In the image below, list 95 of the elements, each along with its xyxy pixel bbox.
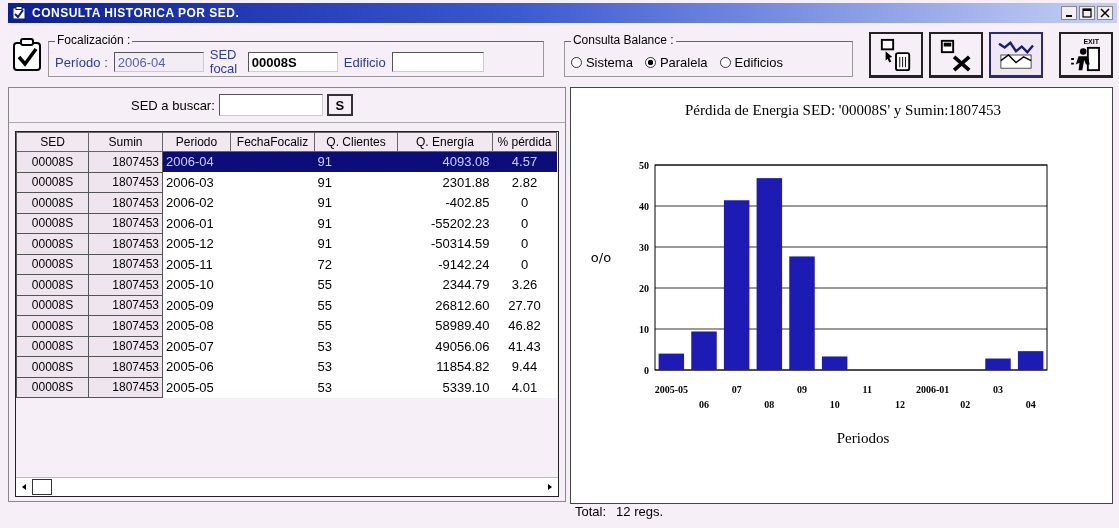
table-row[interactable]: 00008S 1807453 2006-01 91 -55202.23 0 <box>16 213 557 234</box>
bar <box>821 356 848 370</box>
radio-option[interactable]: Sistema <box>570 54 633 70</box>
table-cell: 00008S <box>16 172 89 193</box>
field-label: Período : <box>55 54 108 70</box>
toolbar-button[interactable] <box>989 32 1043 78</box>
spreadsheet-x-icon <box>939 37 973 72</box>
table-cell: 00008S <box>16 295 89 316</box>
x-tick-label: 03 <box>993 384 1003 395</box>
radio-button[interactable] <box>570 56 582 68</box>
search-label: SED a buscar: <box>131 97 215 113</box>
toolbar-button[interactable] <box>929 32 983 78</box>
column-header[interactable]: Q. Clientes <box>314 132 398 152</box>
x-tick-label: 09 <box>797 384 807 395</box>
y-tick-label: 30 <box>639 242 649 253</box>
table-cell: 00008S <box>16 254 89 275</box>
maximize-button[interactable] <box>1079 6 1095 20</box>
search-button[interactable]: S <box>326 94 353 116</box>
table-cell: 00008S <box>16 315 89 336</box>
x-tick-label: 08 <box>764 399 775 410</box>
bar <box>691 331 717 370</box>
table-row[interactable]: 00008S 1807453 2005-12 91 -50314.59 0 <box>16 233 557 254</box>
running-figure-door-icon <box>1069 45 1103 72</box>
y-tick-label: 40 <box>639 201 649 212</box>
toolbar-button[interactable] <box>869 32 923 78</box>
clipboard-check-icon <box>12 6 26 20</box>
table-row[interactable]: 00008S 1807453 2006-02 91 -402.85 0 <box>16 192 557 213</box>
table-row[interactable]: 00008S 1807453 2005-07 53 49056.06 41.43 <box>16 336 557 357</box>
search-field[interactable] <box>218 94 323 116</box>
edificio-field[interactable] <box>391 52 484 72</box>
scroll-left-arrow-icon[interactable] <box>20 483 28 491</box>
x-tick-label: 02 <box>960 399 971 410</box>
table-cell: 00008S <box>16 336 89 357</box>
column-header[interactable]: Sumin <box>88 132 163 152</box>
field-label: Edificio <box>343 54 386 70</box>
column-header[interactable]: Periodo <box>162 132 231 152</box>
field-label: SED focal <box>209 48 239 76</box>
radio-label: Edificios <box>734 54 783 70</box>
y-tick-label: 20 <box>639 283 649 294</box>
y-axis-label: o/o <box>590 250 612 265</box>
total-label: Total: <box>575 504 607 519</box>
group-legend: Focalización : <box>55 33 133 47</box>
y-tick-label: 0 <box>644 365 649 376</box>
x-tick-label: 11 <box>862 384 873 395</box>
scroll-right-arrow-icon[interactable] <box>546 483 554 491</box>
y-tick-label: 10 <box>639 324 649 335</box>
table-cell: 00008S <box>16 151 89 172</box>
table-cell: 00008S <box>16 192 89 213</box>
table-row[interactable]: 00008S 1807453 2005-11 72 -9142.24 0 <box>16 254 557 275</box>
y-tick-label: 50 <box>639 160 649 171</box>
x-tick-label: 07 <box>731 384 742 395</box>
sed-focal-field[interactable]: 00008S <box>247 52 338 72</box>
x-axis-label: Periodos <box>836 430 890 446</box>
table-row[interactable]: 00008S 1807453 2005-09 55 26812.60 27.70 <box>16 295 557 316</box>
minimize-icon <box>1066 15 1072 17</box>
horizontal-scrollbar[interactable] <box>16 477 558 496</box>
bar <box>1017 351 1044 370</box>
x-tick-label: 2006-01 <box>916 384 950 395</box>
radio-option[interactable]: Edificios <box>719 54 783 70</box>
column-header[interactable]: FechaFocaliz <box>230 132 315 152</box>
radio-option[interactable]: Paralela <box>644 54 708 70</box>
chart-title: Pérdida de Energia SED: '00008S' y Sumin:1807453 <box>685 102 1001 118</box>
table-cell: 00008S <box>16 233 89 254</box>
table-row[interactable]: 00008S 1807453 2005-08 55 58989.40 46.82 <box>16 315 557 336</box>
column-header[interactable]: SED <box>16 132 89 152</box>
close-button[interactable] <box>1097 6 1113 20</box>
radio-label: Paralela <box>659 54 708 70</box>
close-icon <box>1100 8 1110 18</box>
table-row[interactable]: 00008S 1807453 2005-06 53 11854.82 9.44 <box>16 356 557 377</box>
scroll-thumb[interactable] <box>32 479 52 495</box>
table-cell: 00008S <box>16 274 89 295</box>
table-row[interactable]: 00008S 1807453 2005-10 55 2344.79 3.26 <box>16 274 557 295</box>
table-row[interactable]: 00008S 1807453 2005-05 53 5339.10 4.01 <box>16 377 557 398</box>
x-tick-label: 2005-05 <box>654 384 688 395</box>
radio-button[interactable] <box>644 56 656 68</box>
x-tick-label: 04 <box>1025 399 1036 410</box>
table-cell: 00008S <box>16 377 89 398</box>
radio-label: Sistema <box>585 54 633 70</box>
table-cell: 00008S <box>16 356 89 377</box>
maximize-icon <box>1082 8 1092 18</box>
group-legend: Consulta Balance : <box>570 33 676 47</box>
column-header[interactable]: Q. Energía <box>397 132 493 152</box>
column-header[interactable]: % pérdida <box>492 132 557 152</box>
x-tick-label: 10 <box>829 399 840 410</box>
minimize-button[interactable] <box>1061 6 1077 20</box>
total-count: 12 regs. <box>616 504 664 519</box>
clipboard-check-icon[interactable] <box>12 38 42 72</box>
table-cell: 00008S <box>16 213 89 234</box>
window-title: CONSULTA HISTORICA POR SED. <box>32 6 240 20</box>
table-row[interactable]: 00008S 1807453 2006-03 91 2301.88 2.82 <box>16 172 557 193</box>
monitor-trash-icon <box>879 37 913 72</box>
x-tick-label: 12 <box>895 399 905 410</box>
radio-button[interactable] <box>719 56 731 68</box>
x-tick-label: 06 <box>699 399 709 410</box>
table-row[interactable]: 00008S 1807453 2006-04 91 4093.08 4.57 <box>16 151 557 172</box>
